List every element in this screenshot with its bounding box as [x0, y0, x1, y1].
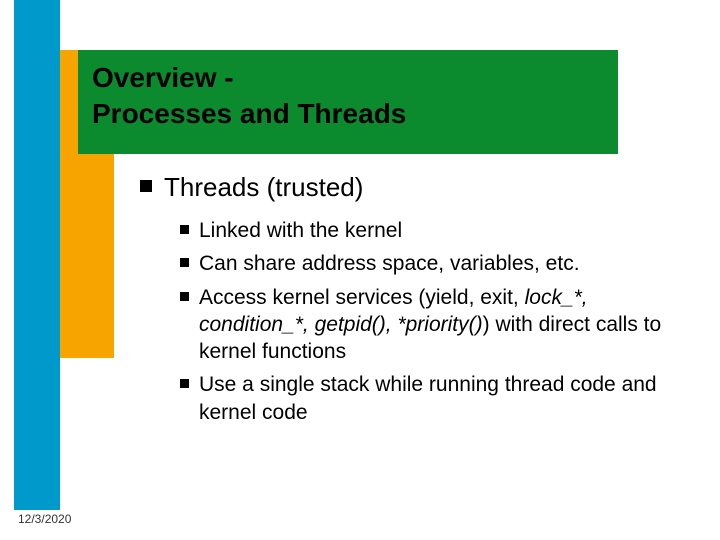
- bullet-level2-text: Access kernel services (yield, exit, loc…: [199, 284, 680, 366]
- slide-title: Overview - Processes and Threads: [92, 60, 592, 133]
- bullet-level2: Use a single stack while running thread …: [180, 371, 680, 426]
- text-span: Access kernel services (yield, exit,: [199, 286, 525, 309]
- bullet-level1-text: Threads (trusted): [164, 172, 363, 203]
- bullet-level2: Can share address space, variables, etc.: [180, 250, 680, 277]
- bullet-level1: Threads (trusted): [140, 172, 680, 203]
- square-bullet-icon: [180, 225, 189, 234]
- bullet-level2: Access kernel services (yield, exit, loc…: [180, 284, 680, 366]
- footer-date: 12/3/2020: [18, 512, 71, 526]
- bullet-level2-text: Use a single stack while running thread …: [199, 371, 680, 426]
- bullet-level2-list: Linked with the kernel Can share address…: [180, 217, 680, 426]
- bullet-level2-text: Linked with the kernel: [199, 217, 402, 244]
- title-line-1: Overview -: [92, 62, 234, 93]
- bullet-level2: Linked with the kernel: [180, 217, 680, 244]
- bullet-level2-text: Can share address space, variables, etc.: [199, 250, 580, 277]
- square-bullet-icon: [180, 379, 189, 388]
- title-line-2: Processes and Threads: [92, 98, 406, 129]
- square-bullet-icon: [180, 258, 189, 267]
- blue-accent-bar: [14, 0, 60, 510]
- slide: Overview - Processes and Threads Threads…: [0, 0, 720, 540]
- square-bullet-icon: [140, 180, 152, 192]
- square-bullet-icon: [180, 292, 189, 301]
- slide-content: Threads (trusted) Linked with the kernel…: [140, 172, 680, 432]
